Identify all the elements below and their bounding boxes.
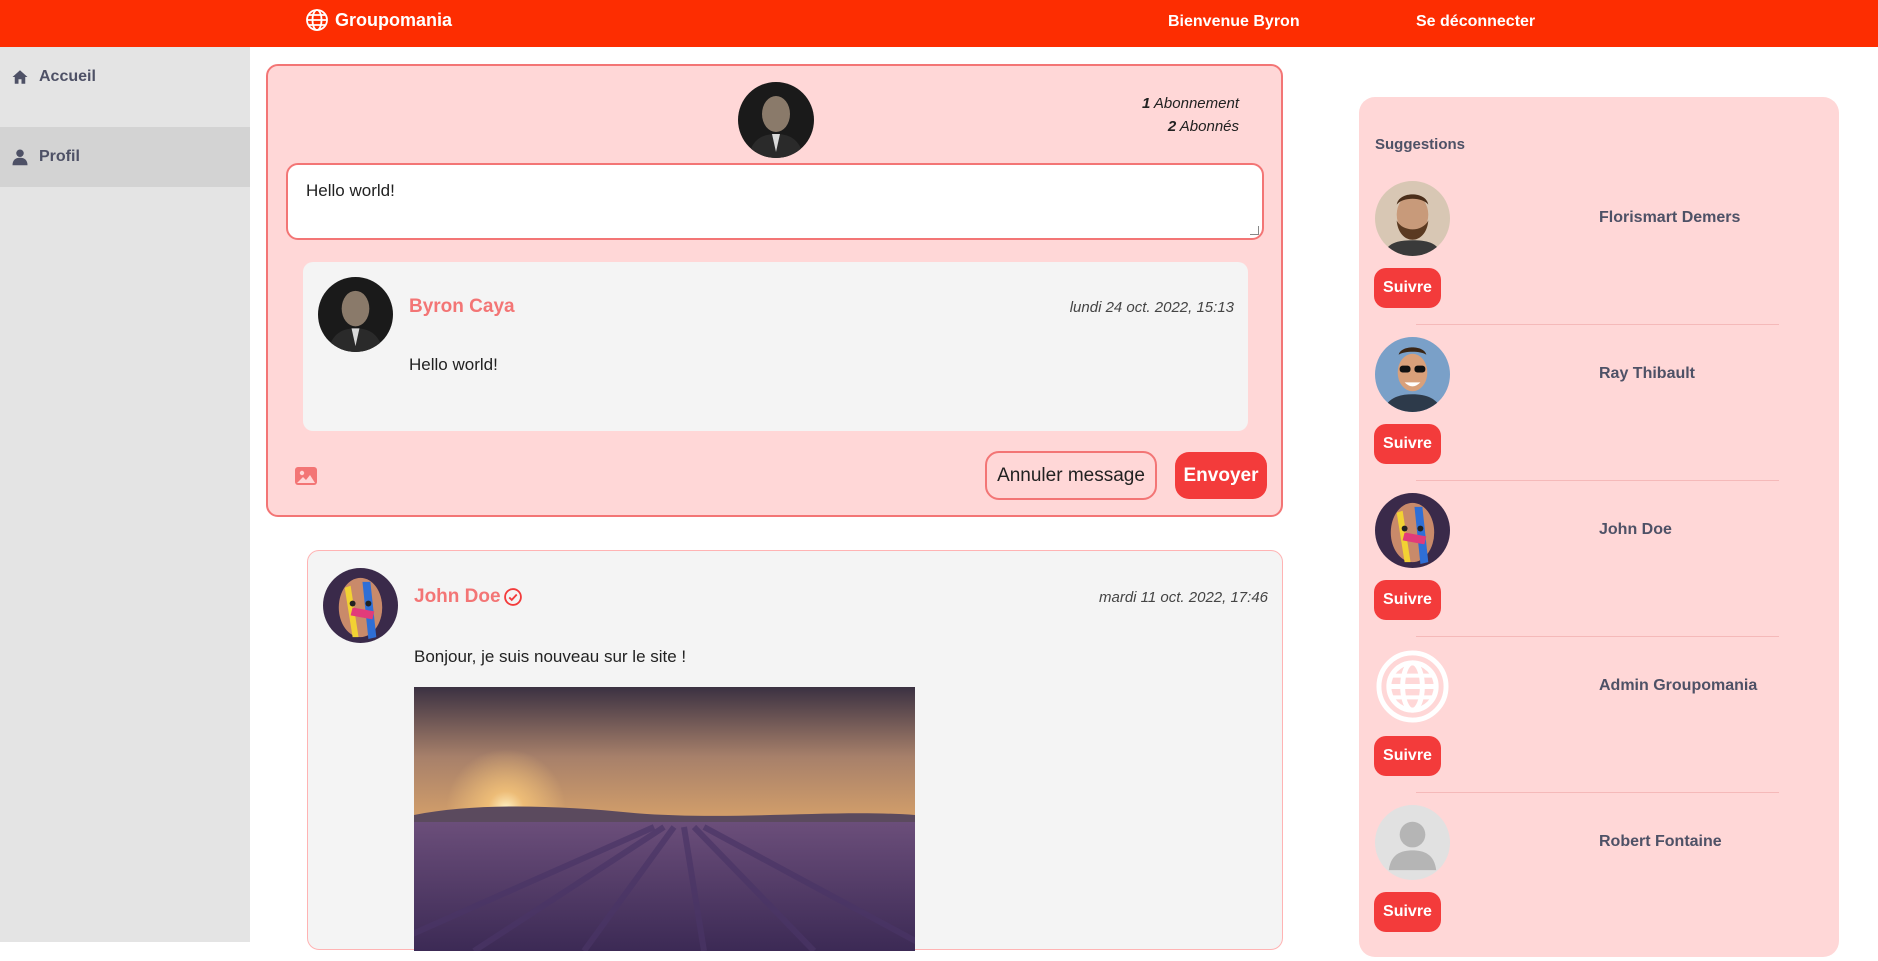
follow-button[interactable]: Suivre <box>1374 424 1441 464</box>
follow-button[interactable]: Suivre <box>1374 736 1441 776</box>
preview-date: lundi 24 oct. 2022, 15:13 <box>1069 299 1234 316</box>
following-label: Abonnement <box>1153 95 1239 112</box>
follow-button[interactable]: Suivre <box>1374 268 1441 308</box>
cancel-message-button[interactable]: Annuler message <box>985 451 1157 500</box>
suggestion-name[interactable]: Ray Thibault <box>1599 365 1695 383</box>
sidebar-item-home[interactable]: Accueil <box>0 47 250 107</box>
divider <box>1416 792 1779 793</box>
sidebar: Accueil Profil <box>0 47 250 942</box>
suggestion-name[interactable]: Florismart Demers <box>1599 209 1740 227</box>
divider <box>1416 480 1779 481</box>
post-date: mardi 11 oct. 2022, 17:46 <box>1099 589 1268 606</box>
suggestion-avatar[interactable] <box>1375 181 1450 256</box>
preview-text: Hello world! <box>409 355 498 374</box>
post-text: Bonjour, je suis nouveau sur le site ! <box>414 647 687 666</box>
suggestion-avatar[interactable] <box>1375 493 1450 568</box>
suggestion-item: Florismart Demers Suivre <box>1359 181 1839 337</box>
follow-stats: 1 Abonnement 2 Abonnés <box>1142 92 1239 138</box>
suggestion-name[interactable]: Admin Groupomania <box>1599 677 1757 695</box>
divider <box>1416 324 1779 325</box>
globe-icon <box>1375 649 1450 724</box>
suggestion-item: Robert Fontaine Suivre <box>1359 805 1839 961</box>
message-input-value: Hello world! <box>306 181 395 200</box>
preview-author-avatar <box>318 277 393 352</box>
preview-author-name[interactable]: Byron Caya <box>409 296 515 318</box>
follow-button[interactable]: Suivre <box>1374 892 1441 932</box>
suggestion-item: John Doe Suivre <box>1359 493 1839 649</box>
user-icon <box>12 149 28 166</box>
suggestions-panel: Suggestions Florismart Demers Suivre Ray… <box>1359 97 1839 957</box>
post-author-name[interactable]: John Doe <box>414 586 501 608</box>
post-author-avatar[interactable] <box>323 568 398 643</box>
logout-link[interactable]: Se déconnecter <box>1416 13 1535 31</box>
following-count: 1 <box>1141 95 1151 112</box>
suggestion-avatar[interactable] <box>1375 649 1450 724</box>
suggestion-avatar[interactable] <box>1375 805 1450 880</box>
check-circle-icon <box>504 588 522 606</box>
followers-count: 2 <box>1167 118 1177 135</box>
current-user-avatar[interactable] <box>738 82 814 158</box>
send-button[interactable]: Envoyer <box>1175 452 1267 499</box>
sidebar-item-label: Accueil <box>39 68 96 85</box>
sidebar-item-label: Profil <box>39 148 80 165</box>
suggestion-item: Admin Groupomania Suivre <box>1359 649 1839 805</box>
suggestion-avatar[interactable] <box>1375 337 1450 412</box>
sidebar-item-profile[interactable]: Profil <box>0 127 250 187</box>
new-post-composer: 1 Abonnement 2 Abonnés Hello world! Byro… <box>266 64 1283 517</box>
brand-logo[interactable]: Groupomania <box>305 8 452 32</box>
post-preview: Byron Caya lundi 24 oct. 2022, 15:13 Hel… <box>303 262 1248 431</box>
message-input[interactable]: Hello world! <box>286 163 1264 240</box>
divider <box>1416 636 1779 637</box>
default-user-icon <box>1375 805 1450 880</box>
suggestion-item: Ray Thibault Suivre <box>1359 337 1839 493</box>
suggestion-name[interactable]: Robert Fontaine <box>1599 833 1722 851</box>
resize-handle[interactable] <box>1250 226 1259 235</box>
followers-label: Abonnés <box>1179 118 1239 135</box>
suggestion-name[interactable]: John Doe <box>1599 521 1672 539</box>
top-bar: Groupomania Bienvenue Byron Se déconnect… <box>0 0 1878 47</box>
home-icon <box>12 70 28 84</box>
feed-post: John Doe mardi 11 oct. 2022, 17:46 Bonjo… <box>307 550 1283 951</box>
post-image[interactable] <box>414 687 915 951</box>
suggestions-title: Suggestions <box>1375 136 1466 153</box>
welcome-text: Bienvenue Byron <box>1168 13 1300 30</box>
image-icon[interactable] <box>294 464 318 488</box>
brand-name: Groupomania <box>335 9 453 30</box>
follow-button[interactable]: Suivre <box>1374 580 1441 620</box>
globe-icon <box>306 9 328 31</box>
